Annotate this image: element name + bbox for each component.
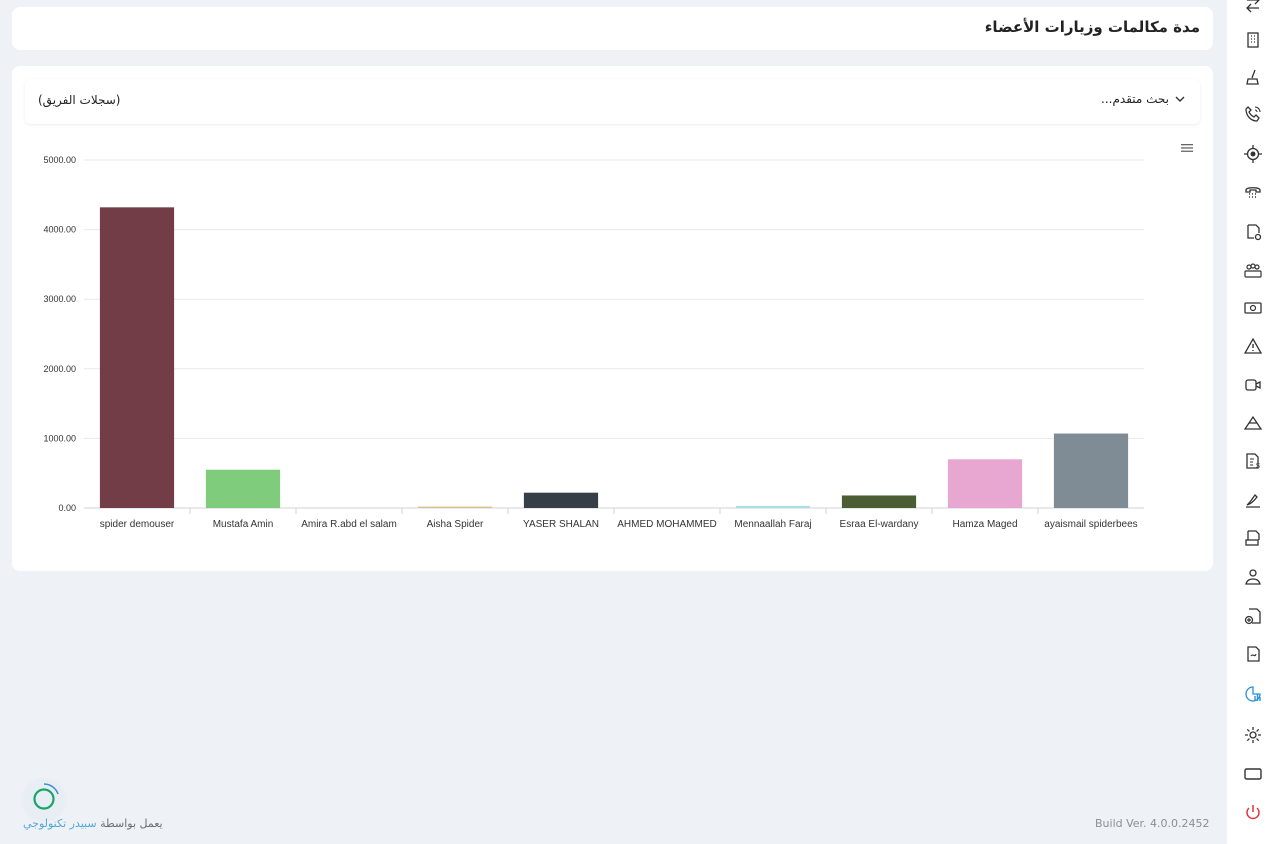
bar-3[interactable] [417,506,493,508]
y-tick-label: 2000.00 [43,364,76,374]
signature-icon[interactable] [1243,489,1263,509]
x-tick-label: Esraa El-wardany [840,519,919,530]
x-tick-label: spider demouser [100,519,175,530]
bar-1[interactable] [205,469,281,508]
y-tick-label: 1000.00 [43,433,76,443]
x-tick-label: Mustafa Amin [213,519,274,530]
team-icon[interactable] [1243,260,1263,280]
bar-7[interactable] [841,495,917,508]
y-tick-label: 3000.00 [43,294,76,304]
document-print-icon[interactable] [1243,528,1263,548]
report-chart-icon[interactable] [1243,684,1263,704]
invoice-dollar-icon[interactable]: $ [1243,451,1263,471]
location-target-icon[interactable] [1243,144,1263,164]
bar-4[interactable] [523,492,599,508]
mountain-icon[interactable] [1243,413,1263,433]
file-settings-icon[interactable] [1243,222,1263,242]
y-tick-label: 0.00 [58,503,76,513]
x-tick-label: ayaismail spiderbees [1044,519,1137,530]
telephone-icon[interactable] [1243,182,1263,202]
power-icon[interactable] [1243,802,1263,822]
building-icon[interactable] [1243,30,1263,50]
loading-spinner [24,780,64,820]
money-icon[interactable] [1243,298,1263,318]
screen-icon[interactable] [1243,764,1263,784]
bar-9[interactable] [1053,433,1129,508]
spinner-icon [33,783,59,810]
brand-link[interactable]: سبيدر تكنولوجي [23,817,97,830]
warning-icon[interactable] [1243,336,1263,356]
broom-icon[interactable] [1243,67,1263,87]
bar-6[interactable] [735,505,811,508]
x-tick-label: Amira R.abd el salam [301,519,397,530]
x-tick-label: Hamza Maged [952,519,1017,530]
y-tick-label: 4000.00 [43,225,76,235]
build-version: Build Ver. 4.0.0.2452 [1095,817,1210,830]
bar-8[interactable] [947,459,1023,508]
x-tick-label: Mennaallah Faraj [734,519,811,530]
x-tick-label: AHMED MOHAMMED [617,519,716,530]
chart-menu-icon[interactable] [1180,142,1194,154]
sidebar: $ [1227,0,1277,844]
file-sign-icon[interactable] [1243,644,1263,664]
phone-call-icon[interactable] [1243,104,1263,124]
settings-icon[interactable] [1243,725,1263,745]
page-title: مدة مكالمات وزيارات الأعضاء [984,18,1200,36]
svg-text:$: $ [1256,463,1260,470]
file-add-icon[interactable] [1243,606,1263,626]
x-tick-label: Aisha Spider [427,519,484,530]
bar-0[interactable] [99,207,175,508]
video-icon[interactable] [1243,375,1263,395]
powered-by-label: يعمل بواسطة [100,817,163,830]
x-tick-label: YASER SHALAN [523,519,599,530]
page-header: مدة مكالمات وزيارات الأعضاء [12,7,1213,50]
swap-icon[interactable] [1243,0,1263,14]
powered-by: يعمل بواسطة سبيدر تكنولوجي [23,817,163,830]
bar-chart: 0.00 1000.00 2000.00 3000.00 4000.00 5000.00 s… [43,155,1144,530]
report-card: بحث متقدم... (سجلات الفريق) 0.00 1000.00 2… [12,66,1213,571]
user-icon[interactable] [1243,567,1263,587]
y-tick-label: 5000.00 [43,155,76,165]
